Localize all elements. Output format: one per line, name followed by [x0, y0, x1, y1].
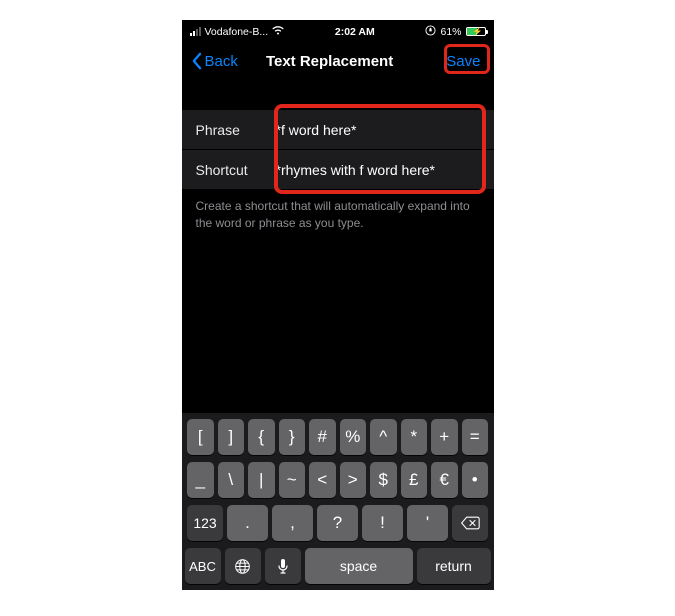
keyboard-row-2: _ \ | ~ < > $ £ € •: [185, 462, 491, 498]
key-123[interactable]: 123: [187, 505, 223, 541]
key-return[interactable]: return: [417, 548, 491, 584]
battery-pct: 61%: [440, 26, 461, 38]
clock: 2:02 AM: [335, 26, 375, 38]
key[interactable]: %: [340, 419, 367, 455]
key[interactable]: ^: [370, 419, 397, 455]
key[interactable]: ': [407, 505, 448, 541]
key[interactable]: _: [187, 462, 214, 498]
key-space[interactable]: space: [305, 548, 413, 584]
carrier-label: Vodafone-B...: [205, 26, 269, 38]
key[interactable]: [: [187, 419, 214, 455]
key[interactable]: !: [362, 505, 403, 541]
battery-icon: ⚡: [466, 27, 486, 36]
key[interactable]: £: [401, 462, 428, 498]
orientation-lock-icon: [425, 25, 436, 39]
navigation-bar: Back Text Replacement Save: [182, 40, 494, 82]
signal-icon: [190, 27, 201, 36]
shortcut-input[interactable]: *rhymes with f word here*: [276, 162, 480, 178]
save-button[interactable]: Save: [441, 50, 485, 73]
key[interactable]: €: [431, 462, 458, 498]
phone-frame: Vodafone-B... 2:02 AM 61% ⚡ Back Text Re…: [182, 20, 494, 590]
backspace-icon: [460, 516, 480, 530]
keyboard: [ ] { } # % ^ * + = _ \ | ~ < > $ £ € • …: [182, 413, 494, 590]
shortcut-row[interactable]: Shortcut *rhymes with f word here*: [182, 150, 494, 190]
shortcut-label: Shortcut: [196, 162, 276, 178]
key[interactable]: =: [462, 419, 489, 455]
key-abc[interactable]: ABC: [185, 548, 221, 584]
mic-icon: [277, 558, 289, 575]
key[interactable]: #: [309, 419, 336, 455]
key[interactable]: ]: [218, 419, 245, 455]
status-bar: Vodafone-B... 2:02 AM 61% ⚡: [182, 20, 494, 40]
keyboard-row-1: [ ] { } # % ^ * + =: [185, 419, 491, 455]
key[interactable]: >: [340, 462, 367, 498]
key[interactable]: ,: [272, 505, 313, 541]
phrase-label: Phrase: [196, 122, 276, 138]
phrase-row[interactable]: Phrase *f word here*: [182, 110, 494, 150]
phrase-input[interactable]: *f word here*: [276, 122, 480, 138]
key[interactable]: •: [462, 462, 489, 498]
form-footer: Create a shortcut that will automaticall…: [182, 190, 494, 232]
globe-icon: [234, 558, 251, 575]
key[interactable]: *: [401, 419, 428, 455]
chevron-left-icon: [190, 52, 203, 70]
text-replacement-form: Phrase *f word here* Shortcut *rhymes wi…: [182, 110, 494, 232]
key[interactable]: $: [370, 462, 397, 498]
key[interactable]: <: [309, 462, 336, 498]
key[interactable]: ~: [279, 462, 306, 498]
key-backspace[interactable]: [452, 505, 488, 541]
key[interactable]: {: [248, 419, 275, 455]
page-title: Text Replacement: [218, 53, 441, 70]
keyboard-row-3: 123 . , ? ! ': [185, 505, 491, 541]
key[interactable]: ?: [317, 505, 358, 541]
key[interactable]: +: [431, 419, 458, 455]
key-mic[interactable]: [265, 548, 301, 584]
key[interactable]: |: [248, 462, 275, 498]
key-globe[interactable]: [225, 548, 261, 584]
key[interactable]: .: [227, 505, 268, 541]
wifi-icon: [272, 26, 284, 38]
keyboard-row-4: ABC space return: [185, 548, 491, 584]
key[interactable]: \: [218, 462, 245, 498]
key[interactable]: }: [279, 419, 306, 455]
